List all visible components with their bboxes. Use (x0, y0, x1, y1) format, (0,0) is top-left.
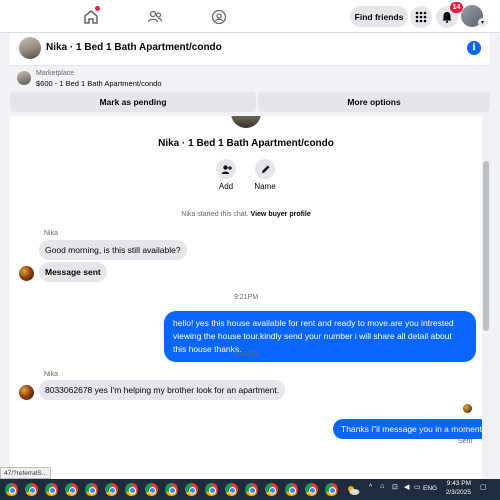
mark-as-pending-button[interactable]: Mark as pending (10, 92, 256, 112)
taskbar-chrome-window[interactable] (322, 481, 340, 498)
listing-title: Nika · 1 Bed 1 Bath Apartment/condo (158, 138, 334, 149)
taskbar-chrome-window[interactable] (122, 481, 140, 498)
name-action[interactable]: Name (245, 159, 285, 191)
message-timestamp: 9:21PM (233, 294, 259, 301)
chat-started-notice: Nika started this chat. View buyer profi… (10, 211, 482, 218)
pencil-icon (255, 159, 275, 179)
chrome-icon (44, 483, 58, 496)
top-navigation-bar: Find friends 14 ▾ (0, 0, 500, 33)
taskbar-chrome-window[interactable] (62, 481, 80, 498)
browser-status-url: 47/?referralS... (0, 467, 51, 479)
system-tray-icon[interactable]: ⊡ (392, 483, 398, 491)
taskbar-chrome-window[interactable] (82, 481, 100, 498)
incoming-message[interactable]: 8033062678 yes I'm helping my brother lo… (39, 380, 286, 400)
add-action[interactable]: Add (206, 159, 246, 191)
taskbar-chrome-window[interactable] (242, 481, 260, 498)
sender-name: Nika (44, 230, 59, 237)
language-indicator[interactable]: ENG (423, 485, 437, 492)
info-icon[interactable]: i (467, 41, 481, 55)
chrome-icon (124, 483, 138, 496)
marketplace-item[interactable]: $600 - 1 Bed 1 Bath Apartment/condo (36, 79, 162, 88)
add-person-icon (216, 159, 236, 179)
chrome-icon (224, 483, 238, 496)
taskbar-chrome-window[interactable] (222, 481, 240, 498)
clock-date[interactable]: 2/3/2025 (443, 489, 471, 496)
chat-panel: Nika · 1 Bed 1 Bath Apartment/condo i Ma… (10, 33, 490, 500)
outgoing-message[interactable]: Thanks i"il message you in a moment (333, 419, 490, 439)
sender-name: Nika (44, 371, 59, 378)
chrome-icon (184, 483, 198, 496)
more-options-button[interactable]: More options (258, 92, 490, 112)
grid-icon (415, 11, 427, 23)
add-label: Add (218, 182, 234, 191)
taskbar-chrome-window[interactable] (22, 481, 40, 498)
listing-image (231, 116, 261, 128)
battery-icon[interactable]: ▭ (414, 483, 421, 491)
taskbar-chrome-window[interactable] (302, 481, 320, 498)
sender-avatar[interactable] (19, 385, 34, 400)
incoming-message[interactable]: Message sent (39, 262, 107, 282)
view-buyer-profile-link[interactable]: View buyer profile (251, 211, 311, 218)
incoming-message[interactable]: Good morning, is this still available? (39, 240, 187, 260)
taskbar-chrome-window[interactable] (202, 481, 220, 498)
tray-chevron-up-icon[interactable]: ^ (369, 484, 372, 491)
find-friends-button[interactable]: Find friends (350, 6, 408, 27)
sender-avatar[interactable] (19, 266, 34, 281)
groups-icon[interactable] (209, 7, 229, 27)
seen-avatar-indicator (463, 404, 472, 413)
taskbar-chrome-window[interactable] (162, 481, 180, 498)
marketplace-label: Marketplace (36, 70, 75, 77)
chrome-icon (204, 483, 218, 496)
message-list[interactable]: Nika · 1 Bed 1 Bath Apartment/condo Add … (10, 116, 490, 480)
chat-started-text: Nika started this chat. (181, 211, 249, 218)
chrome-icon (324, 483, 338, 496)
chrome-icon (264, 483, 278, 496)
taskbar-chrome-window[interactable] (2, 481, 20, 498)
scrollbar-thumb[interactable] (483, 161, 489, 331)
name-label: Name (254, 182, 276, 191)
sent-status: Sent (458, 438, 473, 445)
message-timestamp: 9:41PM (233, 351, 259, 358)
chrome-icon (104, 483, 118, 496)
chat-scrollbar[interactable] (482, 116, 490, 480)
chrome-icon (244, 483, 258, 496)
weather-icon[interactable] (344, 481, 362, 498)
network-icon[interactable]: ⌂ (380, 483, 384, 490)
taskbar-chrome-window[interactable] (282, 481, 300, 498)
chat-header: Nika · 1 Bed 1 Bath Apartment/condo i (10, 33, 490, 66)
chevron-down-icon[interactable]: ▾ (478, 18, 487, 27)
chrome-icon (24, 483, 38, 496)
volume-icon[interactable]: ◀ (404, 483, 409, 491)
home-icon[interactable] (81, 6, 101, 27)
chrome-icon (4, 483, 18, 496)
taskbar-chrome-window[interactable] (262, 481, 280, 498)
chat-title[interactable]: Nika · 1 Bed 1 Bath Apartment/condo (46, 42, 222, 53)
taskbar-chrome-window[interactable] (42, 481, 60, 498)
windows-taskbar: ^ ⌂ ⊡ ◀ ▭ ENG 9:43 PM 2/3/2025 ▢ (0, 479, 500, 500)
chrome-icon (84, 483, 98, 496)
chrome-icon (64, 483, 78, 496)
chrome-icon (304, 483, 318, 496)
menu-grid-button[interactable] (410, 6, 432, 28)
chrome-icon (284, 483, 298, 496)
taskbar-chrome-window[interactable] (102, 481, 120, 498)
notification-center-icon[interactable]: ▢ (480, 483, 487, 491)
marketplace-thumbnail (17, 71, 31, 85)
bell-icon (442, 12, 452, 23)
listing-thumbnail[interactable] (19, 37, 41, 59)
clock-time[interactable]: 9:43 PM (443, 480, 471, 487)
taskbar-chrome-window[interactable] (142, 481, 160, 498)
home-notification-dot (95, 6, 100, 11)
taskbar-chrome-window[interactable] (182, 481, 200, 498)
chrome-icon (164, 483, 178, 496)
chrome-icon (144, 483, 158, 496)
friends-icon[interactable] (145, 7, 165, 27)
notifications-button[interactable]: 14 (436, 2, 463, 28)
